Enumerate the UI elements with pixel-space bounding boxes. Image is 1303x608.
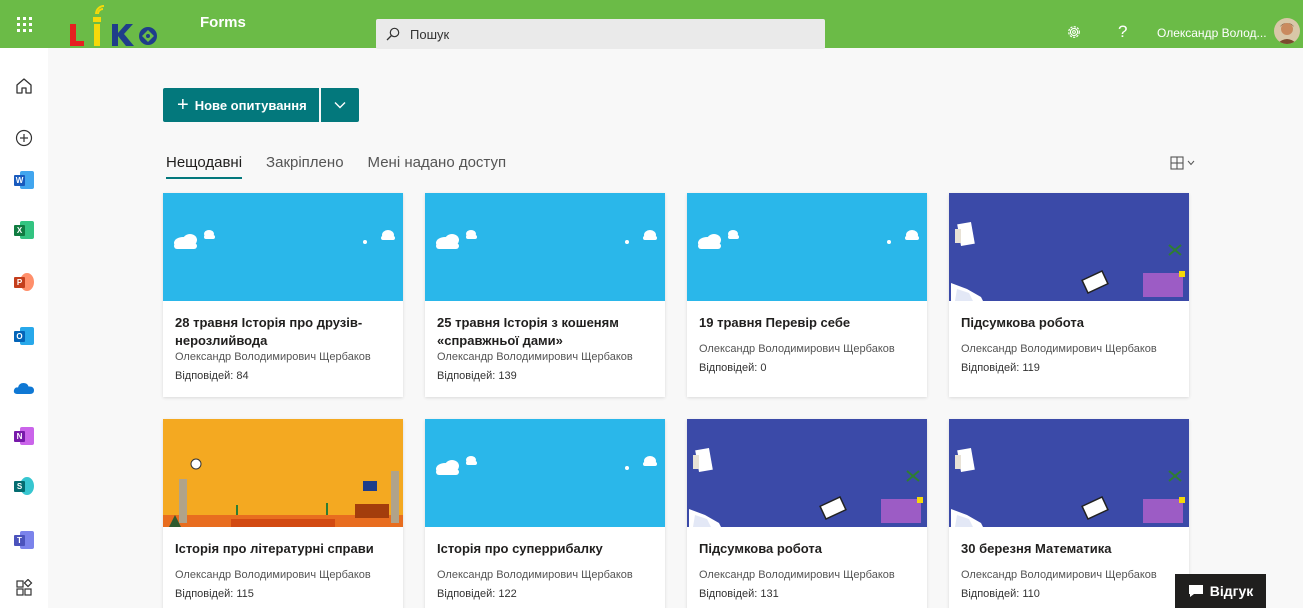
card-cover-sky — [425, 193, 665, 301]
onedrive-icon[interactable] — [12, 376, 36, 400]
card-responses: Відповідей: 110 — [961, 588, 1040, 600]
card-cover-orange — [163, 419, 403, 527]
tab-recent[interactable]: Нещодавні — [166, 154, 243, 179]
tab-pinned[interactable]: Закріплено — [266, 154, 343, 179]
card-author: Олександр Володимирович Щербаков — [175, 351, 371, 363]
feedback-label: Відгук — [1209, 583, 1254, 599]
card-title: Підсумкова робота — [699, 541, 823, 556]
search-icon — [376, 19, 410, 49]
excel-icon[interactable]: X — [12, 218, 36, 242]
outlook-icon[interactable]: O — [12, 324, 36, 348]
new-survey-dropdown-button[interactable] — [320, 88, 359, 122]
view-toggle-button[interactable] — [1170, 156, 1195, 170]
feedback-button[interactable]: Відгук — [1175, 574, 1266, 608]
home-icon[interactable] — [12, 74, 36, 98]
form-card[interactable]: 30 березня Математика Олександр Володими… — [949, 419, 1189, 608]
card-title: 28 травня Історія про друзів-нерозлийвод… — [175, 315, 363, 348]
card-cover-indigo — [687, 419, 927, 527]
waffle-icon — [16, 16, 32, 32]
card-responses: Відповідей: 131 — [699, 588, 779, 600]
new-survey-button[interactable]: + Нове опитування — [163, 88, 319, 122]
card-title: Історія про суперрибалку — [437, 541, 603, 556]
word-icon[interactable]: W — [12, 168, 36, 192]
grid-view-icon — [1170, 156, 1184, 170]
search-box[interactable] — [376, 19, 825, 49]
new-survey-label: Нове опитування — [194, 97, 307, 113]
app-launcher-button[interactable] — [0, 0, 48, 48]
app-name[interactable]: Forms — [200, 14, 246, 31]
comment-icon — [1188, 585, 1203, 597]
form-card[interactable]: 28 травня Історія про друзів-нерозлийвод… — [163, 193, 403, 397]
app-rail: W X P O N S T — [0, 48, 48, 608]
top-bar: Forms ? Олександр Волод... — [0, 0, 1303, 49]
forms-tabs: Нещодавні Закріплено Мені надано доступ — [166, 154, 506, 179]
card-title: Історія про літературні справи — [175, 541, 374, 556]
card-cover-indigo — [949, 193, 1189, 301]
plus-icon: + — [177, 94, 189, 116]
form-card[interactable]: 25 травня Історія з кошеням «справжньої … — [425, 193, 665, 397]
sharepoint-icon[interactable]: S — [12, 474, 36, 498]
card-responses: Відповідей: 84 — [175, 370, 249, 382]
card-cover-indigo — [949, 419, 1189, 527]
card-cover-sky — [163, 193, 403, 301]
form-card[interactable]: Історія про літературні справи Олександр… — [163, 419, 403, 608]
form-card[interactable]: 19 травня Перевір себе Олександр Володим… — [687, 193, 927, 397]
avatar[interactable] — [1274, 18, 1300, 44]
tab-shared-with-me[interactable]: Мені надано доступ — [368, 154, 507, 179]
form-card[interactable]: Підсумкова робота Олександр Володимирови… — [949, 193, 1189, 397]
new-survey-split-button: + Нове опитування — [163, 88, 359, 122]
card-responses: Відповідей: 115 — [175, 588, 254, 600]
card-cover-sky — [687, 193, 927, 301]
create-icon[interactable] — [12, 126, 36, 150]
card-responses: Відповідей: 122 — [437, 588, 517, 600]
teams-icon[interactable]: T — [12, 528, 36, 552]
settings-gear-icon[interactable] — [1066, 24, 1082, 40]
card-author: Олександр Володимирович Щербаков — [699, 343, 895, 355]
chevron-down-icon — [1187, 160, 1195, 166]
search-input[interactable] — [410, 26, 810, 42]
card-author: Олександр Володимирович Щербаков — [961, 343, 1157, 355]
card-responses: Відповідей: 119 — [961, 362, 1040, 374]
user-name[interactable]: Олександр Волод... — [1157, 26, 1267, 40]
card-author: Олександр Володимирович Щербаков — [961, 569, 1157, 581]
chevron-down-icon — [334, 102, 346, 109]
powerpoint-icon[interactable]: P — [12, 270, 36, 294]
card-cover-sky — [425, 419, 665, 527]
card-title: 30 березня Математика — [961, 541, 1112, 556]
card-author: Олександр Володимирович Щербаков — [437, 351, 633, 363]
form-card[interactable]: Історія про суперрибалку Олександр Волод… — [425, 419, 665, 608]
card-responses: Відповідей: 0 — [699, 362, 767, 374]
card-author: Олександр Володимирович Щербаков — [699, 569, 895, 581]
liko-logo[interactable] — [64, 2, 168, 48]
all-apps-icon[interactable] — [12, 576, 36, 600]
card-title: 19 травня Перевір себе — [699, 315, 851, 330]
form-card[interactable]: Підсумкова робота Олександр Володимирови… — [687, 419, 927, 608]
onenote-icon[interactable]: N — [12, 424, 36, 448]
card-author: Олександр Володимирович Щербаков — [175, 569, 371, 581]
card-author: Олександр Володимирович Щербаков — [437, 569, 633, 581]
card-responses: Відповідей: 139 — [437, 370, 517, 382]
card-title: Підсумкова робота — [961, 315, 1085, 330]
card-title: 25 травня Історія з кошеням «справжньої … — [437, 315, 619, 348]
help-icon[interactable]: ? — [1118, 22, 1127, 42]
